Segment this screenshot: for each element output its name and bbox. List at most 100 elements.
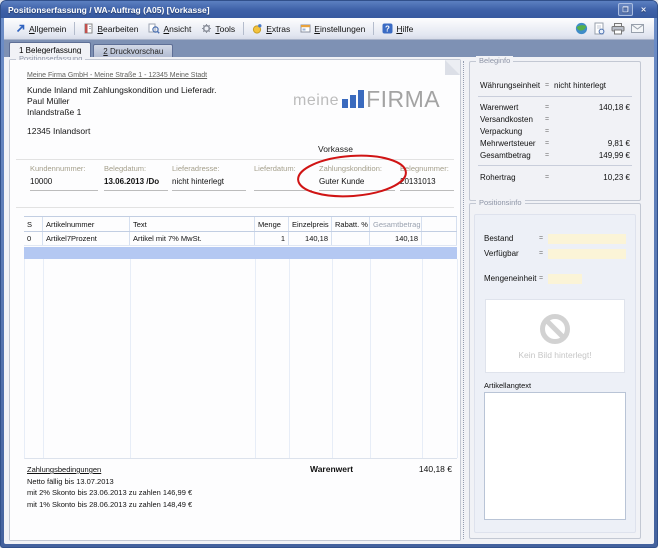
field-value[interactable]: nicht hinterlegt: [172, 177, 246, 191]
help-icon: ?: [382, 23, 393, 34]
field-belegnummer[interactable]: Belegnummer: 20131013: [400, 164, 454, 191]
tab-strip: 1 Belegerfassung 2 Druckvorschau: [4, 40, 654, 57]
menu-item-label: Einstellungen: [314, 24, 365, 34]
column-header[interactable]: [422, 217, 457, 231]
equals-sign: =: [540, 152, 554, 159]
positionsinfo-row-verfuegbar: Verfügbar =: [475, 246, 635, 261]
equals-sign: =: [534, 235, 548, 242]
equals-sign: =: [534, 275, 548, 282]
menu-item-extras[interactable]: Extras: [247, 21, 295, 36]
row-value: 140,18 €: [554, 103, 630, 112]
settings-icon: [300, 23, 311, 34]
address-line: Inlandstraße 1: [27, 107, 217, 118]
menu-item-allgemein[interactable]: Allgemein: [10, 21, 71, 36]
beleginfo-row-gesamtbetrag: Gesamtbetrag = 149,99 €: [470, 149, 640, 161]
gear-icon: [201, 23, 212, 34]
empty-column: [131, 259, 256, 458]
empty-column: [371, 259, 423, 458]
menu-item-label: Ansicht: [163, 24, 191, 34]
equals-sign: =: [540, 174, 554, 181]
field-value[interactable]: 20131013: [400, 177, 454, 191]
menu-item-hilfe[interactable]: ? Hilfe: [377, 21, 418, 36]
row-label: Warenwert: [480, 103, 540, 112]
payment-terms-heading: Zahlungsbedingungen: [27, 464, 192, 476]
menu-item-tools[interactable]: Tools: [196, 21, 240, 36]
table-row[interactable]: 0 Artikel7Prozent Artikel mit 7% MwSt. 1…: [24, 232, 457, 246]
total-label: Warenwert: [310, 464, 353, 474]
mail-icon[interactable]: [631, 24, 644, 33]
empty-column: [44, 259, 131, 458]
field-value[interactable]: [254, 177, 312, 191]
field-belegdatum[interactable]: Belegdatum: 13.06.2013 /Do: [104, 164, 168, 191]
field-zahlungskondition[interactable]: Zahlungskondition: Guter Kunde: [319, 164, 395, 191]
row-value: nicht hinterlegt: [554, 81, 630, 90]
toolbar-right: [575, 22, 648, 35]
row-label: Rohertrag: [480, 173, 540, 182]
equals-sign: =: [540, 140, 554, 147]
field-value[interactable]: Guter Kunde: [319, 177, 395, 191]
close-button[interactable]: ✕: [637, 4, 650, 15]
company-logo: meine FIRMA: [293, 90, 440, 108]
field-label: Lieferdatum:: [254, 164, 312, 173]
splitter-handle[interactable]: [463, 61, 464, 539]
field-lieferadresse[interactable]: Lieferadresse: nicht hinterlegt: [172, 164, 246, 191]
beleginfo-row-warenwert: Warenwert = 140,18 €: [470, 101, 640, 113]
total-value: 140,18 €: [372, 464, 452, 474]
field-value[interactable]: 10000: [30, 177, 98, 191]
cell-einzelpreis: 140,18: [289, 232, 332, 245]
column-header[interactable]: S: [24, 217, 43, 231]
title-bar[interactable]: Positionserfassung / WA-Auftrag (A05) [V…: [1, 1, 657, 18]
no-image-text: Kein Bild hinterlegt!: [518, 350, 591, 360]
preview-document-icon[interactable]: [594, 22, 605, 35]
cell-s: 0: [24, 232, 43, 245]
print-icon[interactable]: [611, 23, 625, 35]
equals-sign: =: [540, 116, 554, 123]
menu-item-bearbeiten[interactable]: Bearbeiten: [78, 21, 143, 36]
divider: [16, 159, 454, 160]
menu-item-ansicht[interactable]: Ansicht: [143, 21, 196, 36]
empty-column: [25, 259, 44, 458]
menu-item-einstellungen[interactable]: Einstellungen: [295, 21, 370, 36]
tab-label: 2 Druckvorschau: [103, 47, 163, 56]
column-header[interactable]: Text: [130, 217, 255, 231]
column-header[interactable]: Gesamtbetrag: [370, 217, 422, 231]
payment-terms-line: mit 2% Skonto bis 23.06.2013 zu zahlen 1…: [27, 487, 192, 499]
row-label: Währungseinheit: [480, 81, 540, 90]
row-label: Mehrwertsteuer: [480, 139, 540, 148]
edit-icon: [83, 23, 94, 34]
field-label: Belegnummer:: [400, 164, 454, 173]
field-label: Zahlungskondition:: [319, 164, 395, 173]
web-globe-icon[interactable]: [575, 22, 588, 35]
page-fold-corner: [445, 60, 460, 75]
column-header[interactable]: Menge: [255, 217, 289, 231]
beleginfo-row-mehrwertsteuer: Mehrwertsteuer = 9,81 €: [470, 137, 640, 149]
artikellangtext-textarea[interactable]: [484, 392, 626, 520]
positionsinfo-panel: Bestand = Verfügbar = Mengeneinheit =: [474, 214, 636, 533]
field-lieferdatum[interactable]: Lieferdatum:: [254, 164, 312, 191]
divider: [16, 207, 454, 208]
extras-icon: [252, 23, 263, 34]
article-image-placeholder: Kein Bild hinterlegt!: [485, 299, 625, 373]
divider: [478, 96, 632, 97]
cell-artikelnummer: Artikel7Prozent: [43, 232, 130, 245]
maximize-button[interactable]: ❐: [618, 3, 633, 16]
menu-separator: [243, 22, 244, 35]
menu-separator: [74, 22, 75, 35]
column-header[interactable]: Artikelnummer: [43, 217, 130, 231]
bestand-value-box: [548, 234, 626, 244]
payment-terms: Zahlungsbedingungen Netto fällig bis 13.…: [27, 464, 192, 510]
field-label: Lieferadresse:: [172, 164, 246, 173]
svg-text:?: ?: [385, 24, 390, 33]
cell-rabatt: [332, 232, 370, 245]
field-value[interactable]: 13.06.2013 /Do: [104, 177, 168, 191]
tab-druckvorschau[interactable]: 2 Druckvorschau: [93, 44, 173, 57]
menu-item-label: Bearbeiten: [97, 24, 138, 34]
cell-text: Artikel mit 7% MwSt.: [130, 232, 255, 245]
column-header[interactable]: Rabatt. %: [332, 217, 370, 231]
window-body: Allgemein Bearbeiten Ansicht Tools: [4, 18, 654, 544]
address-line: Paul Müller: [27, 96, 217, 107]
selected-empty-row[interactable]: [24, 247, 457, 259]
field-kundennummer[interactable]: Kundennummer: 10000: [30, 164, 98, 191]
equals-sign: =: [540, 82, 554, 89]
column-header[interactable]: Einzelpreis: [289, 217, 332, 231]
